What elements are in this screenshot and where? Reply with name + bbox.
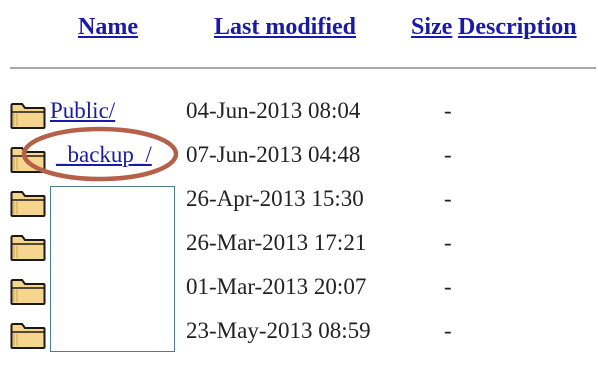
last-modified-date: 07-Jun-2013 04:48 xyxy=(186,142,361,167)
column-header-description[interactable]: Description xyxy=(458,10,577,44)
folder-link[interactable]: Public/ xyxy=(50,96,115,126)
last-modified-date: 04-Jun-2013 08:04 xyxy=(186,98,361,123)
column-header-name[interactable]: Name xyxy=(78,10,138,44)
size-value: - xyxy=(444,142,452,167)
last-modified-date: 23-May-2013 08:59 xyxy=(186,318,371,343)
column-header-last-modified[interactable]: Last modified xyxy=(214,10,356,44)
size-value: - xyxy=(444,274,452,299)
column-header-size[interactable]: Size xyxy=(411,10,452,44)
folder-icon xyxy=(10,191,46,217)
size-value: - xyxy=(444,318,452,343)
size-value: - xyxy=(444,186,452,211)
folder-icon xyxy=(10,235,46,261)
last-modified-date: 26-Mar-2013 17:21 xyxy=(186,230,367,255)
size-value: - xyxy=(444,98,452,123)
last-modified-date: 26-Apr-2013 15:30 xyxy=(186,186,364,211)
header-divider xyxy=(10,67,596,69)
size-value: - xyxy=(444,230,452,255)
annotation-ellipse xyxy=(21,126,179,182)
last-modified-date: 01-Mar-2013 20:07 xyxy=(186,274,367,299)
folder-icon xyxy=(10,323,46,349)
folder-icon xyxy=(10,279,46,305)
redaction-box xyxy=(50,186,175,352)
